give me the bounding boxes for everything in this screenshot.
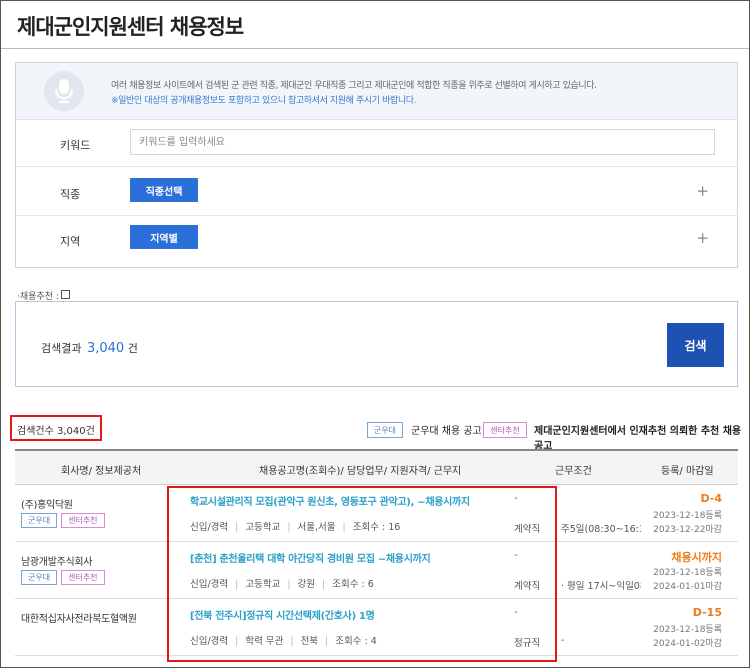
deadline-date: 2024-01-01마감 — [653, 582, 722, 592]
region-row: 지역 지역별 + — [16, 216, 737, 263]
legend-center-text: 제대군인지원센터에서 인재추천 의뢰한 추천 채용 공고 — [534, 426, 742, 452]
page-title: 제대군인지원센터 채용정보 — [17, 15, 244, 39]
job-title-link[interactable]: [춘천] 춘천올리택 대학 야간당직 경비원 모집 ~채용시까지 — [190, 550, 431, 565]
table-row[interactable]: 대한적십자사전라북도혈액원 [전북 전주시]정규직 시간선택제(간호사) 1명 … — [15, 599, 738, 656]
job-title-link[interactable]: 학교시설관리직 모집(관악구 원신초, 영등포구 관악고), ~채용시까지 — [190, 493, 470, 508]
job-table: 회사명/ 정보제공처 채용공고명(조회수)/ 담당업무/ 지원자격/ 근무지 근… — [15, 449, 738, 656]
career: 신입/경력 — [190, 522, 229, 533]
location: 서울,서울 — [297, 522, 336, 533]
company-name: 남광개발주식회사 — [21, 557, 93, 568]
center-tag: 센터추천 — [61, 513, 105, 528]
header-dates: 등록/ 마감일 — [661, 466, 714, 477]
deadline-date: 2023-12-22마감 — [653, 525, 722, 535]
microphone-icon — [44, 71, 84, 111]
condition-dash: - — [514, 607, 518, 618]
job-meta: 신입/경력 | 고등학교 | 강원 | 조회수 : 6 — [190, 579, 374, 590]
recommend-checkbox[interactable] — [61, 290, 70, 299]
keyword-label: 키워드 — [60, 139, 91, 152]
education: 고등학교 — [245, 522, 281, 533]
deadline-date: 2024-01-02마감 — [653, 639, 722, 649]
legend-military-tag: 군우대 — [367, 422, 403, 438]
result-count: 3,040 — [86, 341, 125, 356]
registered-date: 2023-12-18등록 — [653, 511, 722, 521]
work-hours: - — [561, 635, 565, 646]
region-select-button[interactable]: 지역별 — [130, 225, 198, 249]
employment-type: 계약직 — [514, 524, 541, 535]
military-tag: 군우대 — [21, 570, 58, 585]
career: 신입/경력 — [190, 579, 229, 590]
keyword-input[interactable] — [130, 129, 715, 155]
education: 학력 무관 — [245, 636, 284, 647]
tag-group: 군우대 센터추천 — [21, 513, 105, 528]
dday-badge: D-15 — [692, 606, 722, 619]
table-row[interactable]: (주)홍익닥원 군우대 센터추천 학교시설관리직 모집(관악구 원신초, 영등포… — [15, 485, 738, 542]
company-name: 대한적십자사전라북도혈액원 — [21, 614, 137, 625]
result-summary: 검색결과 3,040 건 — [41, 340, 138, 356]
views: 조회수 : 6 — [332, 579, 374, 590]
header-company: 회사명/ 정보제공처 — [61, 466, 142, 477]
job-select-button[interactable]: 직종선택 — [130, 178, 198, 202]
condition-dash: - — [514, 493, 518, 504]
dday-badge: 채용시까지 — [671, 551, 722, 564]
legend-center-tag: 센터추천 — [483, 422, 527, 438]
search-button[interactable]: 검색 — [667, 323, 724, 367]
region-label: 지역 — [60, 235, 81, 248]
location: 강원 — [297, 579, 316, 590]
expand-plus-icon[interactable]: + — [696, 229, 709, 247]
job-title-link[interactable]: [전북 전주시]정규직 시간선택제(간호사) 1명 — [190, 607, 375, 622]
filter-panel: 여러 채용정보 사이트에서 검색된 군 관련 직종, 제대군인 우대직종 그리고… — [15, 62, 738, 268]
views: 조회수 : 16 — [352, 522, 401, 533]
notice-subtext: ※일반인 대상의 공개채용정보도 포함하고 있으니 참고하셔서 지원해 주시기 … — [111, 96, 417, 106]
job-meta: 신입/경력 | 고등학교 | 서울,서울 | 조회수 : 16 — [190, 522, 401, 533]
job-meta: 신입/경력 | 학력 무관 | 전북 | 조회수 : 4 — [190, 636, 377, 647]
result-panel: 검색결과 3,040 건 검색 — [15, 301, 738, 387]
work-hours: · 평일 17시~익일08시 — [561, 581, 641, 592]
views: 조회수 : 4 — [335, 636, 377, 647]
employment-type: 정규직 — [514, 638, 541, 649]
career: 신입/경력 — [190, 636, 229, 647]
header-conditions: 근무조건 — [555, 466, 592, 477]
company-name: (주)홍익닥원 — [21, 500, 73, 511]
title-divider — [1, 48, 749, 49]
military-tag: 군우대 — [21, 513, 58, 528]
condition-dash: - — [514, 550, 518, 561]
registered-date: 2023-12-18등록 — [653, 625, 722, 635]
table-header: 회사명/ 정보제공처 채용공고명(조회수)/ 담당업무/ 지원자격/ 근무지 근… — [15, 449, 738, 485]
notice-text: 여러 채용정보 사이트에서 검색된 군 관련 직종, 제대군인 우대직종 그리고… — [111, 81, 597, 91]
location: 전북 — [300, 636, 319, 647]
keyword-row: 키워드 — [16, 120, 737, 167]
work-hours: 주5일(08:30~16:30) — [561, 524, 641, 535]
legend-military-text: 군우대 채용 공고 — [411, 426, 482, 437]
tag-group: 군우대 센터추천 — [21, 570, 105, 585]
notice-banner: 여러 채용정보 사이트에서 검색된 군 관련 직종, 제대군인 우대직종 그리고… — [16, 63, 737, 120]
expand-plus-icon[interactable]: + — [696, 182, 709, 200]
result-unit: 건 — [127, 342, 138, 355]
center-tag: 센터추천 — [61, 570, 105, 585]
search-count: 검색건수 3,040건 — [10, 415, 102, 441]
result-label: 검색결과 — [41, 342, 82, 355]
registered-date: 2023-12-18등록 — [653, 568, 722, 578]
table-row[interactable]: 남광개발주식회사 군우대 센터추천 [춘천] 춘천올리택 대학 야간당직 경비원… — [15, 542, 738, 599]
header-posting: 채용공고명(조회수)/ 담당업무/ 지원자격/ 근무지 — [259, 466, 462, 477]
job-category-row: 직종 직종선택 + — [16, 169, 737, 216]
education: 고등학교 — [245, 579, 281, 590]
employment-type: 계약직 — [514, 581, 541, 592]
dday-badge: D-4 — [700, 492, 722, 505]
job-category-label: 직종 — [60, 188, 81, 201]
